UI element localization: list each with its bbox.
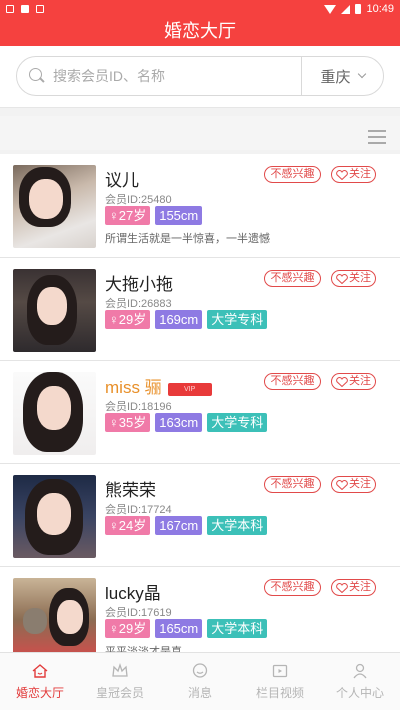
- member-tags: ♀29岁 169cm 大学专科: [105, 310, 268, 329]
- search-input[interactable]: [45, 68, 301, 84]
- heart-icon: [336, 273, 348, 284]
- age-tag: ♀24岁: [105, 516, 151, 535]
- not-interested-button[interactable]: 不感兴趣: [264, 373, 321, 390]
- member-photo[interactable]: [13, 475, 96, 558]
- height-tag: 169cm: [155, 310, 203, 329]
- notification-icon: [21, 5, 29, 13]
- not-interested-button[interactable]: 不感兴趣: [264, 476, 321, 493]
- tab-messages[interactable]: 消息: [160, 653, 240, 710]
- city-label: 重庆: [320, 68, 351, 86]
- height-tag: 155cm: [155, 206, 203, 225]
- education-tag: 大学本科: [207, 619, 268, 638]
- member-tags: ♀29岁 165cm 大学本科: [105, 619, 268, 638]
- member-photo[interactable]: [13, 578, 96, 652]
- follow-label: 关注: [349, 168, 371, 180]
- education-tag: 大学专科: [207, 413, 268, 432]
- video-icon: [272, 664, 288, 678]
- age-tag: ♀35岁: [105, 413, 151, 432]
- message-icon: [192, 663, 208, 678]
- not-interested-button[interactable]: 不感兴趣: [264, 579, 321, 596]
- tab-crown-member[interactable]: 皇冠会员: [80, 653, 160, 710]
- search-bar: 重庆: [0, 46, 400, 108]
- education-tag: 大学本科: [207, 516, 268, 535]
- notification-icon: [36, 5, 44, 13]
- follow-button[interactable]: 关注: [331, 373, 376, 390]
- member-card[interactable]: lucky晶 会员ID:17619 ♀29岁 165cm 大学本科 平平淡淡才是…: [0, 566, 400, 652]
- member-tags: ♀35岁 163cm 大学专科: [105, 413, 268, 432]
- follow-button[interactable]: 关注: [331, 166, 376, 183]
- city-selector[interactable]: 重庆: [301, 57, 383, 95]
- heart-icon: [336, 582, 348, 593]
- tab-hall[interactable]: 婚恋大厅: [0, 653, 80, 710]
- member-name: 大拖小拖: [105, 275, 173, 294]
- member-photo[interactable]: [13, 372, 96, 455]
- crown-icon: [112, 662, 128, 677]
- member-id: 会员ID:17724: [105, 504, 172, 516]
- member-card[interactable]: 大拖小拖 会员ID:26883 ♀29岁 169cm 大学专科 不感兴趣 关注: [0, 257, 400, 360]
- member-id: 会员ID:25480: [105, 194, 172, 206]
- home-icon: [32, 664, 48, 678]
- member-id: 会员ID:17619: [105, 607, 172, 619]
- heart-icon: [336, 376, 348, 387]
- follow-label: 关注: [349, 478, 371, 490]
- not-interested-button[interactable]: 不感兴趣: [264, 166, 321, 183]
- chevron-down-icon: [357, 69, 366, 79]
- member-name: miss 骊 VIP: [105, 373, 212, 398]
- heart-icon: [336, 479, 348, 490]
- status-bar: 10:49: [0, 0, 400, 18]
- follow-button[interactable]: 关注: [331, 476, 376, 493]
- member-name: 议儿: [105, 171, 139, 190]
- follow-label: 关注: [349, 375, 371, 387]
- age-tag: ♀29岁: [105, 619, 151, 638]
- member-id: 会员ID:18196: [105, 401, 172, 413]
- member-name: lucky晶: [105, 584, 161, 603]
- search-box: 重庆: [16, 56, 384, 96]
- bottom-tab-bar: 婚恋大厅 皇冠会员 消息 栏目视频 个人中心: [0, 652, 400, 710]
- heart-icon: [336, 169, 348, 180]
- education-tag: 大学专科: [207, 310, 268, 329]
- tab-videos[interactable]: 栏目视频: [240, 653, 320, 710]
- member-photo[interactable]: [13, 269, 96, 352]
- member-card[interactable]: miss 骊 VIP 会员ID:18196 ♀35岁 163cm 大学专科 不感兴…: [0, 360, 400, 463]
- follow-button[interactable]: 关注: [331, 579, 376, 596]
- tab-profile[interactable]: 个人中心: [320, 653, 400, 710]
- user-icon: [353, 663, 367, 679]
- page-title: 婚恋大厅: [0, 18, 400, 46]
- height-tag: 167cm: [155, 516, 203, 535]
- follow-label: 关注: [349, 272, 371, 284]
- search-icon: [29, 68, 45, 84]
- vip-badge: VIP: [167, 383, 212, 396]
- member-list: 议儿 会员ID:25480 ♀27岁 155cm 所谓生活就是一半惊喜，一半遗憾…: [0, 150, 400, 652]
- notification-icon: [6, 5, 14, 13]
- follow-label: 关注: [349, 581, 371, 593]
- height-tag: 165cm: [155, 619, 203, 638]
- status-time: 10:49: [366, 3, 394, 15]
- member-photo[interactable]: [13, 165, 96, 248]
- member-name: 熊荣荣: [105, 481, 156, 500]
- age-tag: ♀27岁: [105, 206, 151, 225]
- menu-icon[interactable]: [368, 130, 386, 144]
- age-tag: ♀29岁: [105, 310, 151, 329]
- signal-icon: [341, 4, 351, 14]
- member-card[interactable]: 熊荣荣 会员ID:17724 ♀24岁 167cm 大学本科 不感兴趣 关注: [0, 463, 400, 566]
- member-tags: ♀24岁 167cm 大学本科: [105, 516, 268, 535]
- member-motto: 平平淡淡才是真: [105, 646, 182, 652]
- member-tags: ♀27岁 155cm: [105, 206, 203, 225]
- member-card[interactable]: 议儿 会员ID:25480 ♀27岁 155cm 所谓生活就是一半惊喜，一半遗憾…: [0, 154, 400, 257]
- follow-button[interactable]: 关注: [331, 270, 376, 287]
- member-motto: 所谓生活就是一半惊喜，一半遗憾: [105, 233, 270, 245]
- wifi-icon: [324, 4, 337, 14]
- battery-icon: [355, 4, 362, 14]
- not-interested-button[interactable]: 不感兴趣: [264, 270, 321, 287]
- member-id: 会员ID:26883: [105, 298, 172, 310]
- app-root: 10:49 婚恋大厅 重庆 议儿 会员ID:25480 ♀27岁: [0, 0, 400, 710]
- height-tag: 163cm: [155, 413, 203, 432]
